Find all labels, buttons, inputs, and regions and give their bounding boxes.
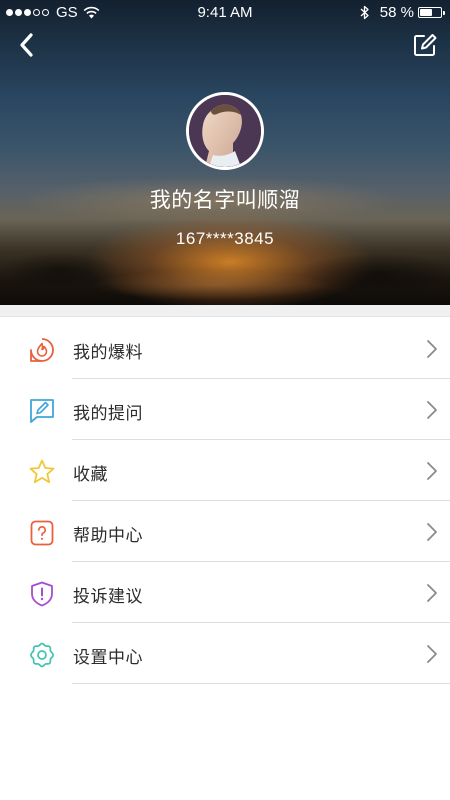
- menu-item-label: 我的提问: [73, 404, 143, 423]
- status-bar-right: 58 %: [360, 4, 445, 21]
- chevron-right-icon: [427, 340, 437, 358]
- edit-profile-button[interactable]: [410, 30, 440, 60]
- gear-icon: [30, 642, 54, 668]
- pencil-chat-icon: [30, 399, 54, 423]
- chevron-left-icon: [20, 33, 33, 57]
- user-name: 我的名字叫顺溜: [149, 189, 301, 212]
- star-icon: [29, 459, 55, 484]
- profile-screen: GS 9:41 AM 58 % 我的名字叫顺溜 167****3845 我的爆料…: [0, 0, 450, 800]
- profile-header: GS 9:41 AM 58 % 我的名字叫顺溜 167****3845: [0, 0, 450, 305]
- profile-menu: 我的爆料 我的提问 收藏 帮助中心 投诉建议 设置中心: [0, 318, 450, 684]
- battery-tip: [443, 11, 445, 15]
- battery-fill: [420, 9, 432, 16]
- chevron-right-icon: [427, 401, 437, 419]
- section-separator: [0, 305, 450, 317]
- user-phone: 167****3845: [175, 229, 275, 248]
- chevron-right-icon: [427, 645, 437, 663]
- flame-icon: [30, 338, 54, 362]
- menu-item-label: 我的爆料: [73, 343, 143, 362]
- chevron-right-icon: [427, 462, 437, 480]
- battery-percent: 58 %: [379, 4, 414, 21]
- chevron-right-icon: [427, 584, 437, 602]
- status-bar: GS 9:41 AM 58 %: [0, 0, 450, 26]
- chevron-right-icon: [427, 523, 437, 541]
- question-icon: [30, 520, 54, 546]
- bluetooth-icon: [360, 5, 369, 20]
- menu-item-my-reports[interactable]: 我的爆料: [0, 318, 450, 379]
- avatar-photo: [189, 95, 261, 167]
- menu-item-label: 帮助中心: [73, 526, 143, 545]
- shield-alert-icon: [31, 581, 53, 607]
- user-avatar[interactable]: [186, 92, 264, 170]
- menu-item-label: 设置中心: [73, 648, 143, 667]
- menu-item-settings[interactable]: 设置中心: [0, 623, 450, 684]
- menu-item-complaints[interactable]: 投诉建议: [0, 562, 450, 623]
- back-button[interactable]: [12, 30, 40, 60]
- menu-item-label: 投诉建议: [73, 587, 143, 606]
- menu-item-label: 收藏: [73, 465, 108, 484]
- menu-item-favorites[interactable]: 收藏: [0, 440, 450, 501]
- divider: [72, 683, 450, 684]
- menu-item-my-questions[interactable]: 我的提问: [0, 379, 450, 440]
- battery-icon: [418, 7, 445, 18]
- menu-item-help-center[interactable]: 帮助中心: [0, 501, 450, 562]
- edit-icon: [414, 34, 437, 56]
